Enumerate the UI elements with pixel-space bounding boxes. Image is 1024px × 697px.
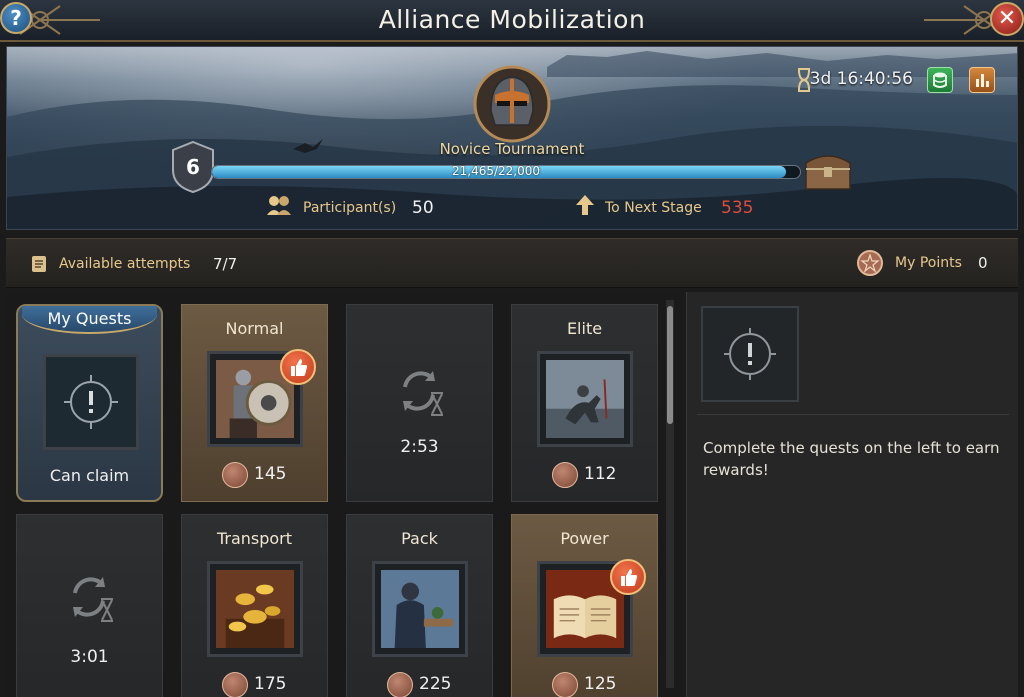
reward-panel: Complete the quests on the left to earn … (686, 292, 1018, 697)
quest-card-normal[interactable]: Normal 145 (181, 304, 328, 502)
quest-image-frame (207, 561, 303, 657)
my-points-value: 0 (978, 254, 988, 272)
quest-points: 125 (584, 674, 617, 694)
my-quests-frame (43, 354, 139, 450)
attempts-label: Available attempts (59, 256, 191, 272)
quest-title: Normal (225, 319, 284, 338)
attempts-value: 7/7 (213, 255, 238, 273)
points-coin-icon (552, 672, 578, 697)
quest-title: Power (560, 529, 609, 548)
reward-slot (701, 306, 799, 402)
divider (697, 414, 1009, 415)
thumbs-up-icon (621, 569, 638, 586)
my-points-label: My Points (895, 255, 962, 271)
quest-card-elite[interactable]: Elite 112 (511, 304, 658, 502)
quest-image-frame (537, 351, 633, 447)
quest-points: 225 (419, 674, 452, 694)
bar-chart-icon (976, 74, 989, 87)
my-quests-card[interactable]: My Quests Can claim (16, 304, 163, 502)
merchant-icon (381, 570, 459, 648)
cooldown-timer: 3:01 (70, 647, 109, 667)
thumbs-up-icon (291, 359, 308, 376)
participants-label: Participant(s) (303, 200, 397, 216)
cooldown-slot: 2:53 (346, 304, 493, 502)
database-icon (933, 72, 947, 88)
quest-title: Pack (401, 529, 438, 548)
quest-card-power[interactable]: Power 125 (511, 514, 658, 697)
quest-card-transport[interactable]: Transport 175 (181, 514, 328, 697)
quest-title: Elite (566, 319, 603, 338)
my-quests-status: Can claim (49, 466, 130, 485)
alert-icon (46, 357, 136, 447)
stage-name: Novice Tournament (439, 140, 585, 158)
title-bar: ? Alliance Mobilization ✕ (0, 0, 1024, 42)
points-coin-icon (222, 672, 248, 697)
quest-points: 112 (584, 464, 617, 484)
database-ranking-button[interactable] (927, 67, 953, 93)
recommended-badge (280, 349, 316, 385)
alert-icon (724, 328, 776, 380)
points-coin-icon (222, 462, 248, 488)
cooldown-timer: 2:53 (400, 437, 439, 457)
quest-points: 145 (254, 464, 287, 484)
scroll-icon (32, 256, 46, 272)
close-button[interactable]: ✕ (990, 2, 1024, 36)
helmet-emblem-icon (473, 65, 551, 143)
arrow-up-icon (576, 195, 594, 215)
my-quests-tab: My Quests (22, 306, 157, 334)
points-coin-icon (387, 672, 413, 697)
reward-chest-icon[interactable] (802, 147, 854, 191)
recommended-badge (610, 559, 646, 595)
quest-points: 175 (254, 674, 287, 694)
participants-value: 50 (412, 198, 434, 218)
points-coin-icon (857, 250, 883, 276)
participants-icon (267, 196, 291, 215)
event-timer: 3d 16:40:56 (809, 69, 913, 89)
stage-level: 6 (186, 155, 200, 179)
quest-image-frame (372, 561, 468, 657)
stage-progress-text: 21,465/22,000 (451, 164, 541, 178)
info-bar: Available attempts 7/7 My Points 0 (6, 238, 1018, 288)
refresh-hourglass-icon (403, 371, 443, 416)
scroll-thumb[interactable] (667, 306, 673, 424)
gold-coins-icon (216, 570, 294, 648)
reward-hint-text: Complete the quests on the left to earn … (703, 439, 1000, 479)
points-coin-icon (552, 462, 578, 488)
next-stage-label: To Next Stage (605, 200, 702, 216)
quest-title: Transport (216, 529, 293, 548)
quest-scrollbar[interactable] (666, 300, 674, 688)
refresh-hourglass-icon (73, 577, 113, 622)
statistics-button[interactable] (969, 67, 995, 93)
cooldown-slot: 3:01 (16, 514, 163, 697)
next-stage-value: 535 (721, 198, 754, 218)
event-banner: Novice Tournament 3d 16:40:56 6 21,465/2… (6, 46, 1018, 230)
quest-card-pack[interactable]: Pack 225 (346, 514, 493, 697)
window-title: Alliance Mobilization (378, 5, 646, 34)
quest-grid: My Quests Can claim Normal 145 2:53 Elit… (6, 292, 680, 697)
cavalry-battle-icon (546, 360, 624, 438)
